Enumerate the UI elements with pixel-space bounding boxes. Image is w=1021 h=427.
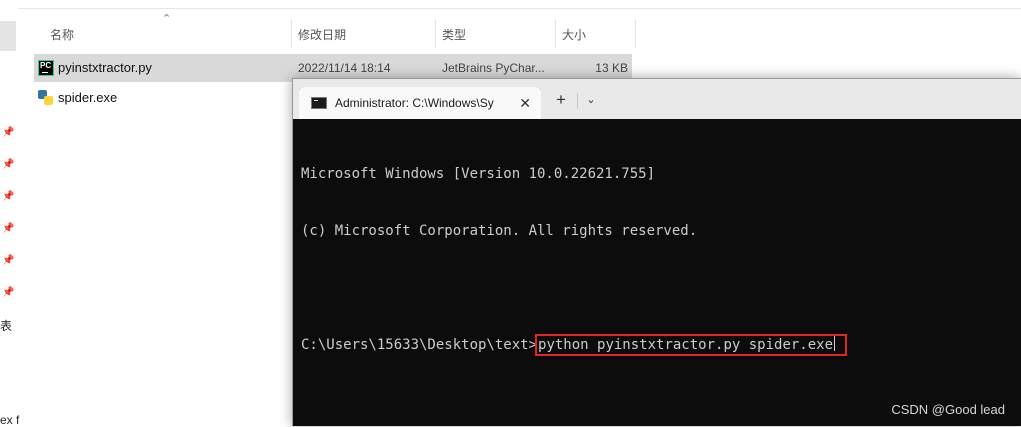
chevron-down-icon[interactable]: ⌄ <box>581 89 601 111</box>
tab-title: Administrator: C:\Windows\Sy <box>335 96 494 110</box>
column-header-modified[interactable]: 修改日期 <box>298 22 346 48</box>
console-prompt: C:\Users\15633\Desktop\text> <box>301 337 538 353</box>
pin-icon[interactable]: 📌 <box>2 127 14 138</box>
pin-icon[interactable]: 📌 <box>2 223 14 234</box>
pin-icon[interactable]: 📌 <box>2 255 14 266</box>
pin-icon[interactable]: 📌 <box>2 159 14 170</box>
new-tab-button[interactable]: + <box>551 89 571 111</box>
pycharm-file-icon: PC <box>38 60 54 76</box>
terminal-window[interactable]: Administrator: C:\Windows\Sy ✕ + ⌄ Micro… <box>292 78 1021 426</box>
console-line: Microsoft Windows [Version 10.0.22621.75… <box>301 166 656 182</box>
command-prompt-icon <box>311 97 327 109</box>
column-divider[interactable] <box>555 20 556 48</box>
column-header-name[interactable]: 名称 <box>50 22 74 48</box>
close-tab-icon[interactable]: ✕ <box>519 87 531 119</box>
nav-item-label[interactable]: 表 <box>0 317 12 334</box>
text-cursor <box>834 336 836 351</box>
nav-selected-item[interactable] <box>0 21 16 51</box>
column-divider[interactable] <box>635 20 636 48</box>
watermark: CSDN @Good lead <box>891 402 1005 417</box>
toolbar-divider <box>18 8 1021 9</box>
sort-ascending-icon: ⌃ <box>162 13 172 25</box>
command-line[interactable]: C:\Users\15633\Desktop\text>python pyins… <box>301 334 1021 356</box>
file-name: spider.exe <box>58 90 118 105</box>
column-divider[interactable] <box>435 20 436 48</box>
console-line: (c) Microsoft Corporation. All rights re… <box>301 223 698 239</box>
command-text: python pyinstxtractor.py spider.exe <box>538 337 834 353</box>
terminal-titlebar[interactable]: Administrator: C:\Windows\Sy ✕ + ⌄ <box>293 79 1021 119</box>
column-divider[interactable] <box>291 20 292 48</box>
console-output[interactable]: Microsoft Windows [Version 10.0.22621.75… <box>301 127 1021 393</box>
pin-icon[interactable]: 📌 <box>2 287 14 298</box>
titlebar-divider <box>577 93 578 109</box>
file-name: pyinstxtractor.py <box>58 60 152 75</box>
python-exe-icon <box>38 90 54 106</box>
highlighted-command: python pyinstxtractor.py spider.exe <box>535 334 848 356</box>
column-header-size[interactable]: 大小 <box>562 22 586 48</box>
nav-item-label[interactable]: ex f <box>0 413 19 427</box>
pin-icon[interactable]: 📌 <box>2 191 14 202</box>
navigation-pane: 📌 📌 📌 📌 📌 📌 表 ex f <box>0 0 19 427</box>
column-header-type[interactable]: 类型 <box>442 22 466 48</box>
terminal-tab[interactable]: Administrator: C:\Windows\Sy ✕ <box>299 87 541 119</box>
